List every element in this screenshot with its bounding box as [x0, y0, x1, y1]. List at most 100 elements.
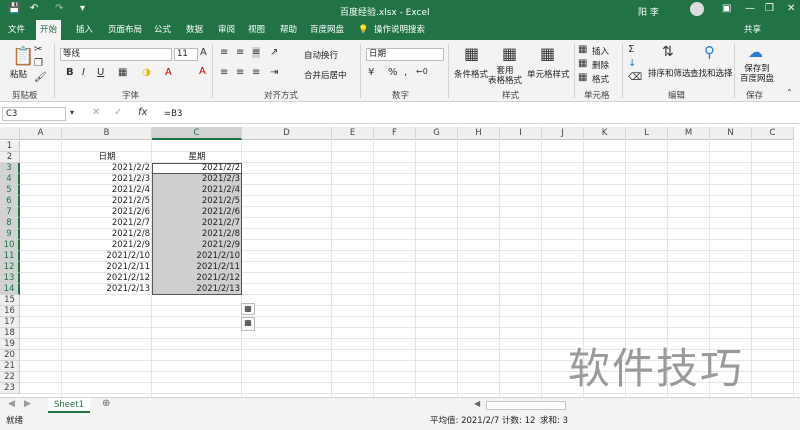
sort-filter-button[interactable]: 排序和筛选 [648, 67, 691, 79]
column-header[interactable]: F [374, 127, 416, 140]
scroll-prev-sheet-icon[interactable]: ◀ [8, 399, 15, 409]
autosum-icon[interactable]: Σ [628, 44, 634, 55]
formula-input[interactable]: =B3 [164, 109, 182, 119]
clear-icon[interactable]: ⌫ [628, 72, 642, 83]
tab-formulas[interactable]: 公式 [150, 20, 175, 40]
align-left-icon[interactable]: ≡ [220, 67, 228, 78]
delete-cells-button[interactable]: 删除 [592, 59, 609, 71]
column-header[interactable]: J [542, 127, 584, 140]
column-header[interactable]: D [242, 127, 332, 140]
column-header[interactable]: M [668, 127, 710, 140]
conditional-format-button[interactable]: 条件格式 [454, 68, 488, 80]
row-header[interactable]: 21 [0, 361, 20, 372]
column-header[interactable]: L [626, 127, 668, 140]
table-cell[interactable]: 2021/2/5 [62, 196, 152, 207]
copy-icon[interactable]: ❐ [34, 58, 43, 69]
format-painter-icon[interactable]: 🖌 [34, 72, 47, 83]
table-cell[interactable]: 2021/2/6 [152, 207, 242, 218]
scroll-next-sheet-icon[interactable]: ▶ [24, 399, 31, 409]
row-header[interactable]: 6 [0, 196, 20, 207]
table-cell[interactable]: 2021/2/2 [152, 163, 242, 174]
table-cell[interactable]: 2021/2/8 [62, 229, 152, 240]
quick-analysis-icon[interactable]: ▦ [241, 317, 255, 331]
paste-icon[interactable]: 📋 [12, 46, 34, 67]
save-icon[interactable]: 💾 [8, 3, 20, 14]
font-color-icon[interactable]: A [199, 66, 206, 77]
column-header[interactable]: N [710, 127, 752, 140]
save-to-baidu-button[interactable]: 保存到 百度网盘 [740, 64, 774, 84]
table-cell[interactable]: 2021/2/9 [152, 240, 242, 251]
borders-icon[interactable]: ▦ [118, 67, 127, 78]
undo-icon[interactable]: ↶ [30, 3, 38, 14]
row-header[interactable]: 22 [0, 372, 20, 383]
table-cell[interactable]: 2021/2/11 [152, 262, 242, 273]
row-header[interactable]: 2 [0, 152, 20, 163]
format-as-table-icon[interactable]: ▦ [502, 44, 517, 63]
fill-icon[interactable]: ↓ [628, 58, 636, 69]
column-header[interactable]: C [752, 127, 794, 140]
row-header[interactable]: 13 [0, 273, 20, 284]
sort-filter-icon[interactable]: ⇅ [662, 44, 674, 60]
table-cell[interactable]: 2021/2/4 [152, 185, 242, 196]
horizontal-scrollbar[interactable] [486, 401, 566, 410]
row-header[interactable]: 1 [0, 141, 20, 152]
table-cell[interactable]: 2021/2/12 [62, 273, 152, 284]
font-size-select[interactable]: 11 [174, 48, 198, 61]
tab-data[interactable]: 数据 [182, 20, 207, 40]
add-sheet-icon[interactable]: ⊕ [102, 398, 110, 409]
align-center-icon[interactable]: ≡ [236, 67, 244, 78]
find-select-icon[interactable]: ⚲ [704, 43, 715, 61]
column-header[interactable]: K [584, 127, 626, 140]
row-header[interactable]: 20 [0, 350, 20, 361]
column-header[interactable]: A [20, 127, 62, 140]
column-header[interactable]: E [332, 127, 374, 140]
percent-icon[interactable]: % [388, 67, 398, 78]
row-header[interactable]: 15 [0, 295, 20, 306]
tab-file[interactable]: 文件 [4, 20, 29, 40]
row-header[interactable]: 19 [0, 339, 20, 350]
conditional-format-icon[interactable]: ▦ [464, 44, 479, 63]
underline-icon[interactable]: U [97, 67, 104, 78]
tab-home[interactable]: 开始 [36, 20, 62, 40]
row-header[interactable]: 3 [0, 163, 20, 174]
baidu-pan-icon[interactable]: ☁ [748, 43, 763, 61]
table-cell[interactable]: 2021/2/4 [62, 185, 152, 196]
format-cells-icon[interactable]: ▦ [578, 72, 587, 83]
namebox-dropdown-icon[interactable]: ▾ [70, 108, 74, 117]
table-cell[interactable]: 2021/2/9 [62, 240, 152, 251]
table-cell[interactable]: 2021/2/12 [152, 273, 242, 284]
header-cell-weekday[interactable]: 星期 [152, 152, 242, 163]
tell-me-search[interactable]: 操作说明搜索 [370, 20, 429, 40]
cancel-icon[interactable]: ✕ [92, 107, 100, 118]
orientation-icon[interactable]: ↗ [270, 47, 278, 58]
table-cell[interactable]: 2021/2/3 [62, 174, 152, 185]
table-cell[interactable]: 2021/2/7 [152, 218, 242, 229]
row-header[interactable]: 5 [0, 185, 20, 196]
table-cell[interactable]: 2021/2/8 [152, 229, 242, 240]
increase-decimal-icon[interactable]: ←0 [416, 67, 428, 76]
align-top-icon[interactable]: ≡ [220, 47, 228, 58]
cell-styles-icon[interactable]: ▦ [540, 44, 555, 63]
fill-color-icon[interactable]: ◑ [142, 67, 151, 78]
tab-insert[interactable]: 插入 [72, 20, 97, 40]
column-header[interactable]: B [62, 127, 152, 140]
restore-icon[interactable]: ❐ [765, 3, 774, 14]
customize-qat-icon[interactable]: ▾ [80, 3, 85, 14]
column-header[interactable]: C [152, 127, 242, 140]
merge-center-button[interactable]: 合并后居中 [304, 69, 347, 81]
table-cell[interactable]: 2021/2/7 [62, 218, 152, 229]
insert-cells-icon[interactable]: ▦ [578, 44, 587, 55]
enter-icon[interactable]: ✓ [114, 107, 122, 118]
name-box[interactable]: C3 [2, 107, 66, 121]
avatar[interactable] [690, 2, 704, 16]
font-color-button-icon[interactable]: A [165, 67, 172, 78]
hscroll-left-icon[interactable]: ◀ [474, 399, 480, 408]
tab-baidu-pan[interactable]: 百度网盘 [306, 20, 348, 40]
table-cell[interactable]: 2021/2/10 [62, 251, 152, 262]
column-header[interactable]: G [416, 127, 458, 140]
indent-icon[interactable]: ⇥ [270, 67, 278, 78]
row-header[interactable]: 12 [0, 262, 20, 273]
row-header[interactable]: 4 [0, 174, 20, 185]
user-name[interactable]: 阳 李 [638, 5, 659, 18]
table-cell[interactable]: 2021/2/2 [62, 163, 152, 174]
